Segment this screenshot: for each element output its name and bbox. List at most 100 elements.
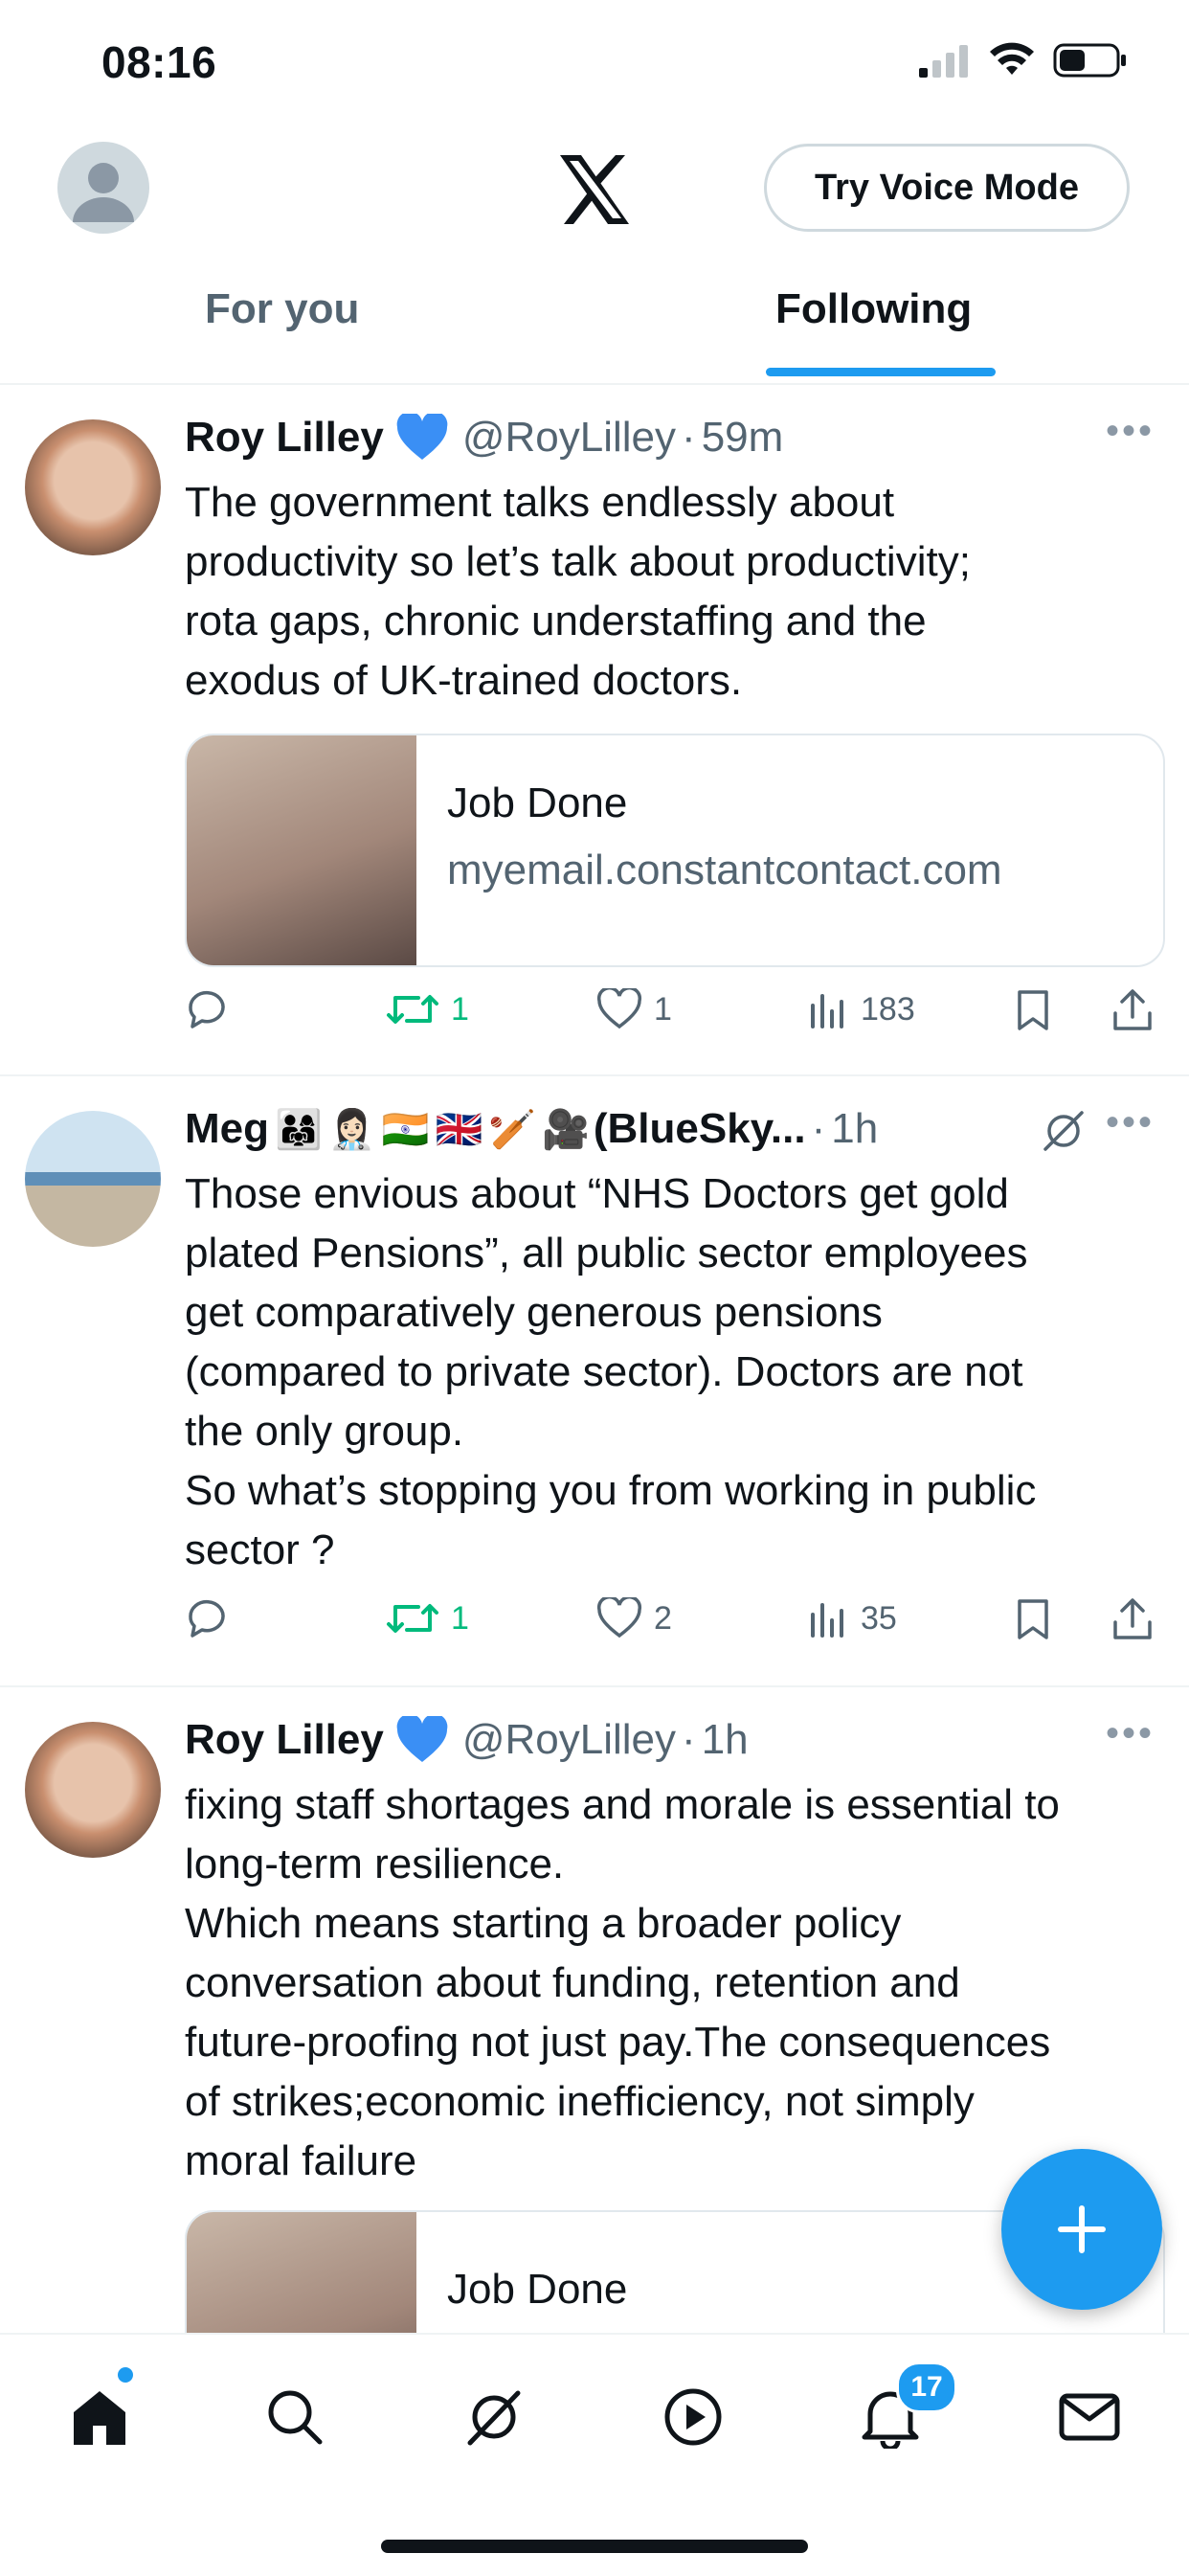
repost-count: 1	[451, 1599, 469, 1637]
like-button[interactable]: 2	[596, 1597, 672, 1639]
author-name-suffix[interactable]: (BlueSky...	[594, 1105, 806, 1153]
share-button[interactable]	[1111, 988, 1154, 1032]
emoji-camera-icon: 🎥	[542, 1108, 590, 1151]
separator-dot: ·	[682, 414, 696, 461]
post-time: 59m	[701, 414, 784, 461]
emoji-family-icon: 👨‍👩‍👧	[275, 1108, 323, 1151]
author-handle[interactable]: @RoyLilley	[462, 414, 676, 462]
share-icon	[1113, 989, 1152, 1030]
nav-search[interactable]	[257, 2379, 333, 2455]
reply-button[interactable]	[185, 988, 240, 1030]
more-options-icon[interactable]: •••	[1106, 1712, 1155, 1755]
repost-button[interactable]: 1	[386, 988, 469, 1030]
emoji-india-flag-icon: 🇮🇳	[381, 1108, 430, 1151]
like-icon	[596, 988, 642, 1029]
reply-button[interactable]	[185, 1597, 240, 1639]
status-bar: 08:16	[0, 0, 1189, 124]
x-logo-icon[interactable]	[554, 149, 635, 230]
post-actions: 1 1 183	[185, 988, 1161, 1046]
card-thumbnail	[187, 735, 416, 965]
active-tab-indicator	[766, 368, 996, 376]
author-name[interactable]: Roy Lilley	[185, 414, 384, 462]
reply-icon	[189, 1599, 225, 1638]
more-options-icon[interactable]: •••	[1106, 410, 1155, 453]
bookmark-icon	[1018, 990, 1048, 1030]
card-title: Job Done	[447, 2266, 628, 2313]
wifi-icon	[990, 42, 1034, 75]
post-actions: 1 2 35	[185, 1597, 1161, 1655]
like-count: 2	[654, 1599, 672, 1637]
repost-button[interactable]: 1	[386, 1597, 469, 1639]
nav-messages[interactable]	[1051, 2379, 1128, 2455]
emoji-cricket-icon: 🏏	[488, 1108, 537, 1151]
more-options-icon[interactable]: •••	[1106, 1101, 1155, 1144]
post-author-avatar[interactable]	[25, 1722, 161, 1858]
emoji-uk-flag-icon: 🇬🇧	[435, 1108, 483, 1151]
bookmark-button[interactable]	[1014, 1597, 1052, 1641]
notifications-badge: 17	[896, 2361, 957, 2413]
post-time: 1h	[701, 1716, 749, 1763]
post-header: Meg 👨‍👩‍👧 👩🏻‍⚕️ 🇮🇳 🇬🇧 🏏 🎥 (BlueSky... · …	[185, 1105, 878, 1153]
play-icon	[664, 2388, 722, 2446]
reply-icon	[189, 990, 225, 1028]
repost-count: 1	[451, 990, 469, 1028]
views-icon	[811, 1603, 843, 1638]
mail-icon	[1059, 2393, 1120, 2441]
top-header: Try Voice Mode	[0, 124, 1189, 259]
grok-icon[interactable]	[1042, 1109, 1086, 1153]
post-item[interactable]: Meg 👨‍👩‍👧 👩🏻‍⚕️ 🇮🇳 🇬🇧 🏏 🎥 (BlueSky... · …	[0, 1076, 1189, 1687]
signal-icon	[919, 45, 968, 78]
separator-dot: ·	[682, 1716, 696, 1763]
bookmark-icon	[1018, 1599, 1048, 1639]
post-author-avatar[interactable]	[25, 419, 161, 555]
profile-avatar[interactable]	[57, 142, 149, 234]
home-icon	[74, 2391, 125, 2445]
card-domain: myemail.constantcontact.com	[447, 847, 1002, 893]
plus-icon	[1058, 2205, 1106, 2253]
repost-icon	[387, 1604, 438, 1633]
views-button[interactable]: 183	[807, 988, 915, 1030]
bookmark-button[interactable]	[1014, 988, 1052, 1032]
home-indicator-bar	[381, 2540, 808, 2553]
try-voice-mode-button[interactable]: Try Voice Mode	[764, 144, 1130, 232]
post-header: Roy Lilley @RoyLilley · 59m	[185, 414, 783, 462]
separator-dot: ·	[811, 1105, 826, 1152]
post-header: Roy Lilley @RoyLilley · 1h	[185, 1716, 749, 1764]
post-text: The government talks endlessly about pro…	[185, 479, 971, 704]
repost-icon	[387, 995, 438, 1024]
home-new-indicator	[116, 2365, 135, 2384]
post-time: 1h	[831, 1105, 879, 1152]
link-card[interactable]: Job Done myemail.constantcontact.com	[185, 734, 1165, 967]
like-button[interactable]: 1	[596, 988, 672, 1030]
post-item[interactable]: Roy Lilley @RoyLilley · 59m ••• The gove…	[0, 385, 1189, 1076]
card-title: Job Done	[447, 780, 628, 826]
feed-tabs: For you Following	[0, 259, 1189, 385]
status-time: 08:16	[101, 37, 217, 87]
tab-for-you[interactable]: For you	[205, 285, 359, 333]
view-count: 35	[861, 1599, 897, 1637]
bottom-nav: 17	[0, 2333, 1189, 2576]
nav-video[interactable]	[655, 2379, 731, 2455]
view-count: 183	[861, 990, 915, 1028]
author-name[interactable]: Roy Lilley	[185, 1716, 384, 1764]
share-icon	[1113, 1598, 1152, 1639]
author-name[interactable]: Meg	[185, 1105, 269, 1153]
compose-post-button[interactable]	[1001, 2149, 1162, 2310]
share-button[interactable]	[1111, 1597, 1154, 1641]
blue-heart-icon	[396, 1716, 448, 1762]
battery-icon	[1053, 43, 1126, 78]
nav-grok[interactable]	[456, 2379, 532, 2455]
views-button[interactable]: 35	[807, 1597, 897, 1639]
nav-home[interactable]	[61, 2379, 138, 2455]
post-author-avatar[interactable]	[25, 1111, 161, 1247]
status-icons	[917, 42, 1128, 79]
search-icon	[268, 2390, 323, 2445]
like-icon	[596, 1597, 642, 1638]
post-text: Those envious about “NHS Doctors get gol…	[185, 1170, 1037, 1573]
views-icon	[811, 994, 843, 1028]
tab-following[interactable]: Following	[775, 285, 972, 333]
grok-icon	[467, 2390, 521, 2446]
author-handle[interactable]: @RoyLilley	[462, 1716, 676, 1764]
post-text: fixing staff shortages and morale is ess…	[185, 1781, 1060, 2184]
emoji-doctor-icon: 👩🏻‍⚕️	[327, 1108, 376, 1151]
